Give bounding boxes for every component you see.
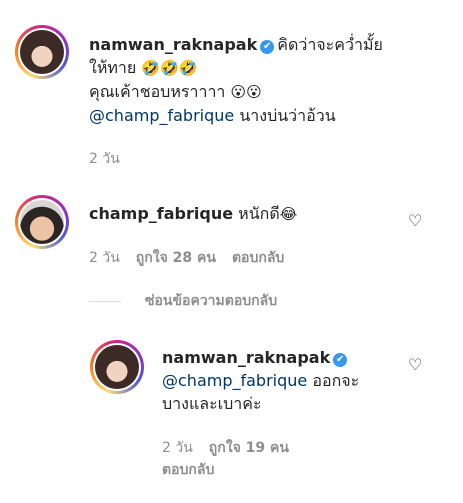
likes-count[interactable]: ถูกใจ 28 คน: [136, 250, 216, 266]
reply-comment: namwan_raknapak ✔ @champ_fabrique ออกจะ บ…: [162, 346, 402, 415]
avatar[interactable]: [15, 25, 69, 79]
profile-photo: [20, 30, 64, 74]
comment-text-line2: ให้ทาย: [89, 58, 137, 77]
comment-time[interactable]: 2 วัน: [89, 250, 120, 266]
reply-button[interactable]: ตอบกลับ: [232, 250, 284, 266]
profile-photo: [20, 200, 64, 244]
mention-link[interactable]: @champ_fabrique: [89, 106, 234, 125]
avatar[interactable]: [15, 195, 69, 249]
comment-text-line1: คิดว่าจะคว่ำมั้ย: [277, 35, 383, 54]
hide-replies-button[interactable]: ซ่อนข้อความตอบกลับ: [145, 292, 277, 310]
like-heart-icon[interactable]: ♡: [408, 211, 422, 230]
comment-time[interactable]: 2 วัน: [162, 440, 193, 456]
verified-badge-icon: ✔: [260, 40, 275, 54]
comment-username[interactable]: namwan_raknapak: [89, 35, 257, 54]
verified-badge-icon: ✔: [333, 353, 348, 367]
comment-text: หนักดี: [238, 204, 280, 223]
reply-button[interactable]: ตอบกลับ: [162, 462, 214, 478]
replies-divider: [89, 301, 121, 302]
joy-emoji-icon: 😂: [279, 205, 298, 223]
comment-text-line2: บางและเบาค่ะ: [162, 394, 262, 413]
comment-meta: 2 วัน: [89, 150, 120, 168]
comment-text-line1: ออกจะ: [312, 371, 360, 390]
comment-username[interactable]: namwan_raknapak: [162, 348, 330, 367]
hide-replies-label: ซ่อนข้อความตอบกลับ: [145, 293, 278, 309]
surprised-emoji-icon: 😮😮: [230, 83, 262, 101]
like-heart-icon[interactable]: ♡: [408, 355, 422, 374]
comment-meta: 2 วัน ถูกใจ 19 คน ตอบกลับ: [162, 437, 362, 481]
comment-text-line4: นางบ่นว่าอ้วน: [239, 106, 336, 125]
comment-time[interactable]: 2 วัน: [89, 151, 120, 167]
comment-meta: 2 วัน ถูกใจ 28 คน ตอบกลับ: [89, 249, 284, 267]
comment: namwan_raknapak ✔ คิดว่าจะคว่ำมั้ย ให้ทาย …: [89, 33, 429, 127]
profile-photo: [95, 345, 139, 389]
comment: champ_fabrique หนักดี😂: [89, 202, 389, 226]
likes-count[interactable]: ถูกใจ 19 คน: [209, 440, 289, 456]
laughing-emoji-icon: 🤣🤣🤣: [141, 59, 198, 77]
mention-link[interactable]: @champ_fabrique: [162, 371, 307, 390]
comment-username[interactable]: champ_fabrique: [89, 204, 233, 223]
avatar[interactable]: [90, 340, 144, 394]
comment-text-line3: คุณเค้าชอบหราาาา: [89, 82, 226, 101]
